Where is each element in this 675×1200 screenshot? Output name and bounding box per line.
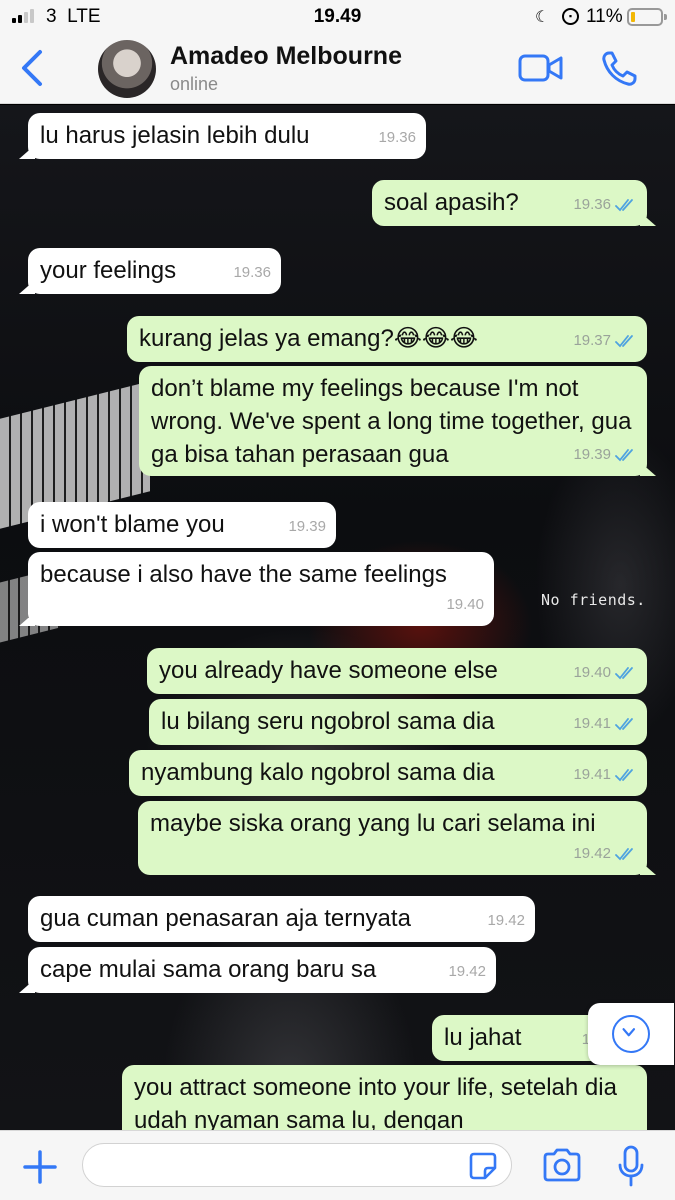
outgoing-message[interactable]: maybe siska orang yang lu cari selama in… bbox=[138, 801, 656, 875]
contact-status: online bbox=[170, 74, 219, 94]
outgoing-message[interactable]: lu bilang seru ngobrol sama dia 19.41 bbox=[149, 699, 647, 745]
bubble-tail bbox=[19, 612, 35, 626]
read-receipt-icon bbox=[615, 717, 633, 730]
read-receipt-icon bbox=[615, 448, 633, 461]
message-text: soal apasih? bbox=[384, 189, 519, 216]
chat-header: Amadeo Melbourne online bbox=[0, 34, 675, 104]
outgoing-message[interactable]: nyambung kalo ngobrol sama dia 19.41 bbox=[129, 750, 647, 796]
message-meta: 19.42 bbox=[573, 837, 637, 870]
message-time: 19.36 bbox=[233, 264, 271, 281]
message-text: gua cuman penasaran aja ternyata bbox=[40, 905, 411, 932]
read-receipt-icon bbox=[615, 198, 633, 211]
outgoing-message[interactable]: kurang jelas ya emang?😂😂😂 19.37 bbox=[127, 316, 647, 362]
message-text: lu jahat bbox=[444, 1024, 522, 1051]
message-meta: 19.41 bbox=[573, 707, 637, 740]
outgoing-message[interactable]: you already have someone else 19.40 bbox=[147, 648, 647, 694]
chat-area[interactable]: No friends. lu harus jelasin lebih dulu 1… bbox=[0, 105, 675, 1130]
message-meta: 19.42 bbox=[448, 955, 486, 988]
message-time: 19.41 bbox=[573, 715, 611, 732]
message-meta: 19.40 bbox=[573, 656, 637, 689]
message-time: 19.40 bbox=[446, 596, 484, 613]
read-receipt-icon bbox=[615, 666, 633, 679]
message-text: your feelings bbox=[40, 257, 177, 284]
message-text: lu bilang seru ngobrol sama dia bbox=[161, 708, 495, 735]
read-receipt-icon bbox=[615, 768, 633, 781]
message-meta: 19.37 bbox=[573, 324, 637, 357]
message-text: cape mulai sama orang baru sa bbox=[40, 956, 377, 983]
message-meta: 19.36 bbox=[233, 256, 271, 289]
message-time: 19.36 bbox=[573, 196, 611, 213]
message-meta: 19.41 bbox=[573, 758, 637, 791]
plus-icon[interactable] bbox=[22, 1149, 58, 1185]
camera-icon[interactable] bbox=[542, 1147, 582, 1183]
message-text: because i also have the same feelings bbox=[40, 561, 447, 588]
message-text: you attract someone into your life, sete… bbox=[134, 1074, 617, 1130]
message-meta: 19.40 bbox=[446, 588, 484, 621]
bubble-tail bbox=[640, 212, 656, 226]
message-time: 19.39 bbox=[288, 518, 326, 535]
message-time: 19.37 bbox=[573, 332, 611, 349]
message-text: don’t blame my feelings because I'm not … bbox=[151, 375, 632, 468]
incoming-message[interactable]: because i also have the same feelings 19.… bbox=[19, 552, 494, 626]
video-camera-icon[interactable] bbox=[518, 52, 564, 84]
incoming-message[interactable]: your feelings 19.36 bbox=[19, 248, 281, 294]
do-not-disturb-icon: ☾ bbox=[535, 9, 550, 26]
outgoing-message[interactable]: don’t blame my feelings because I'm not … bbox=[139, 366, 656, 476]
message-meta: 19.42 bbox=[487, 904, 525, 937]
message-time: 19.42 bbox=[448, 963, 486, 980]
message-text: kurang jelas ya emang?😂😂😂 bbox=[139, 325, 478, 352]
message-meta: 19.36 bbox=[378, 121, 416, 154]
message-text: lu harus jelasin lebih dulu bbox=[40, 122, 310, 149]
message-time: 19.40 bbox=[573, 664, 611, 681]
message-input-bar bbox=[0, 1130, 675, 1200]
battery-percent: 11% bbox=[586, 6, 623, 27]
message-time: 19.36 bbox=[378, 129, 416, 146]
bubble-tail bbox=[640, 462, 656, 476]
bubble-tail bbox=[19, 280, 35, 294]
incoming-message[interactable]: lu harus jelasin lebih dulu 19.36 bbox=[19, 113, 426, 159]
avatar[interactable] bbox=[98, 40, 156, 98]
message-meta: 19.36 bbox=[573, 188, 637, 221]
message-time: 19.42 bbox=[573, 845, 611, 862]
message-meta: 19.39 bbox=[573, 438, 637, 471]
message-text: i won't blame you bbox=[40, 511, 225, 538]
chevron-left-icon[interactable] bbox=[16, 48, 50, 88]
sticker-icon[interactable] bbox=[468, 1151, 498, 1181]
microphone-icon[interactable] bbox=[618, 1145, 644, 1187]
message-input[interactable] bbox=[82, 1143, 512, 1187]
rotation-lock-icon: ▪ bbox=[562, 8, 579, 25]
battery-icon bbox=[627, 8, 667, 26]
message-text: nyambung kalo ngobrol sama dia bbox=[141, 759, 495, 786]
incoming-message[interactable]: i won't blame you 19.39 bbox=[28, 502, 336, 548]
message-text: maybe siska orang yang lu cari selama in… bbox=[150, 810, 596, 837]
outgoing-message[interactable]: you attract someone into your life, sete… bbox=[122, 1065, 647, 1130]
message-meta: 19.39 bbox=[288, 510, 326, 543]
bubble-tail bbox=[19, 145, 35, 159]
message-time: 19.41 bbox=[573, 766, 611, 783]
wallpaper-caption: No friends. bbox=[541, 591, 646, 609]
status-bar: 3 LTE 19.49 ☾ ▪ 11% bbox=[0, 0, 675, 34]
incoming-message[interactable]: cape mulai sama orang baru sa 19.42 bbox=[19, 947, 496, 993]
message-time: 19.42 bbox=[487, 912, 525, 929]
contact-name[interactable]: Amadeo Melbourne bbox=[170, 42, 402, 71]
phone-icon[interactable] bbox=[600, 50, 638, 88]
bubble-tail bbox=[640, 861, 656, 875]
chevron-down-circle-icon bbox=[612, 1015, 650, 1053]
message-text: you already have someone else bbox=[159, 657, 498, 684]
read-receipt-icon bbox=[615, 847, 633, 860]
bubble-tail bbox=[19, 979, 35, 993]
read-receipt-icon bbox=[615, 334, 633, 347]
outgoing-message[interactable]: soal apasih? 19.36 bbox=[372, 180, 656, 226]
incoming-message[interactable]: gua cuman penasaran aja ternyata 19.42 bbox=[28, 896, 535, 942]
message-time: 19.39 bbox=[573, 446, 611, 463]
scroll-to-bottom-button[interactable] bbox=[588, 1003, 674, 1065]
